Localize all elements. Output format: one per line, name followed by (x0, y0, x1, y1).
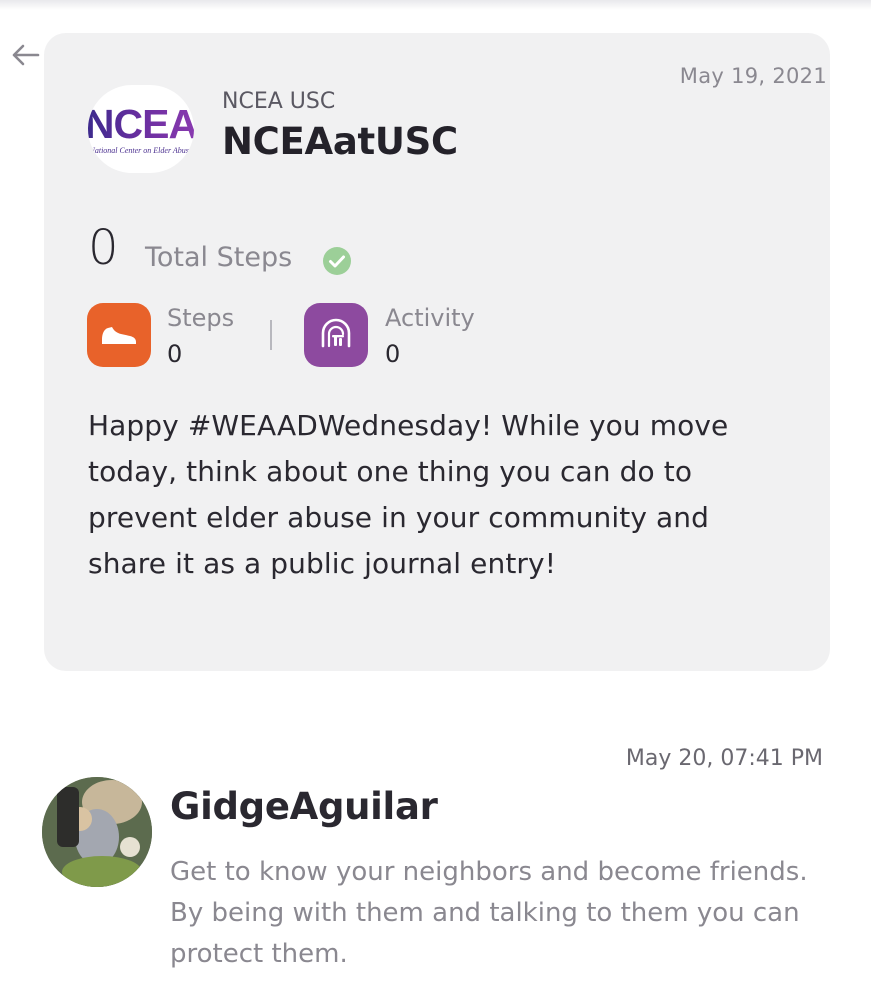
total-steps-label: Total Steps (145, 242, 293, 273)
stats-divider (270, 320, 272, 350)
check-circle-icon (323, 247, 351, 275)
logo-tagline: National Center on Elder Abuse (89, 145, 193, 155)
comment-text: Get to know your neighbors and become fr… (170, 857, 808, 969)
post-date: May 19, 2021 (679, 64, 827, 88)
comment-date: May 20, 07:41 PM (625, 746, 823, 771)
activity-label: Activity (385, 304, 475, 332)
logo-wordmark: NCEA (88, 103, 194, 144)
org-logo[interactable]: NCEA National Center on Elder Abuse (88, 85, 194, 173)
avatar[interactable] (42, 777, 152, 887)
back-button[interactable] (8, 38, 42, 72)
total-steps-value: 0 (88, 220, 119, 276)
comment-username[interactable]: GidgeAguilar (170, 785, 438, 828)
shoe-icon (102, 327, 136, 344)
top-divider (0, 0, 871, 10)
steps-badge (87, 303, 151, 367)
steps-label: Steps (167, 304, 235, 332)
arrow-left-icon (12, 44, 40, 66)
org-name[interactable]: NCEAatUSC (222, 120, 458, 163)
org-subtitle: NCEA USC (222, 89, 336, 114)
avatar-photo (42, 777, 152, 887)
activity-value: 0 (385, 340, 401, 368)
activity-icon (321, 318, 351, 348)
steps-value: 0 (167, 340, 183, 368)
activity-badge (304, 303, 368, 367)
post-message: Happy #WEAADWednesday! While you move to… (88, 409, 729, 580)
